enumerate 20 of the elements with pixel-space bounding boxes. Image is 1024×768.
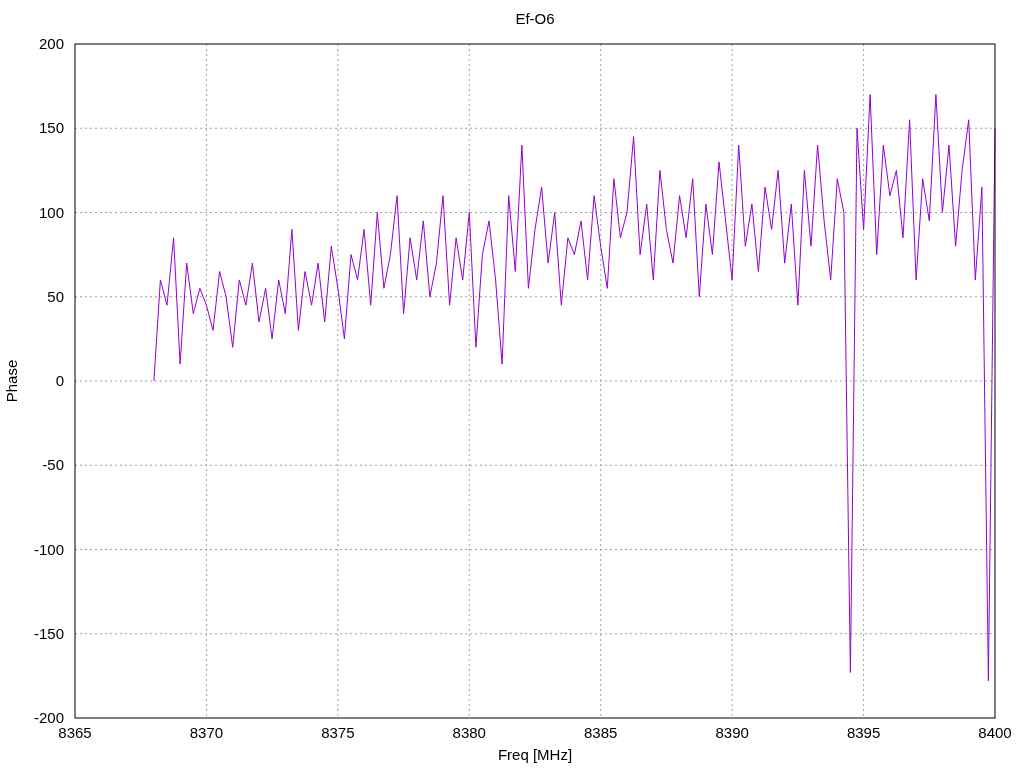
tick-label: -150 <box>33 624 64 642</box>
tick-label: 8400 <box>978 724 1012 741</box>
tick-label: 8375 <box>321 724 355 741</box>
tick-label: 8370 <box>189 724 224 741</box>
tick-label: 50 <box>47 287 64 305</box>
axis-label: Phase <box>3 359 20 403</box>
tick-label: 0 <box>55 372 64 389</box>
tick-label: 8365 <box>58 724 92 741</box>
tick-label: 150 <box>38 119 64 137</box>
chart-title: Ef-O6 <box>515 10 555 27</box>
tick-label: 100 <box>38 203 64 221</box>
tick-label: 8385 <box>584 724 618 741</box>
axis-label: Freq [MHz] <box>497 746 573 763</box>
tick-label: 8395 <box>846 724 881 741</box>
tick-label: 8390 <box>715 724 749 741</box>
tick-label: -100 <box>33 540 64 558</box>
tick-label: -200 <box>33 709 64 726</box>
tick-label: -50 <box>42 456 64 474</box>
tick-label: 200 <box>38 35 64 52</box>
tick-label: 8380 <box>452 724 486 741</box>
